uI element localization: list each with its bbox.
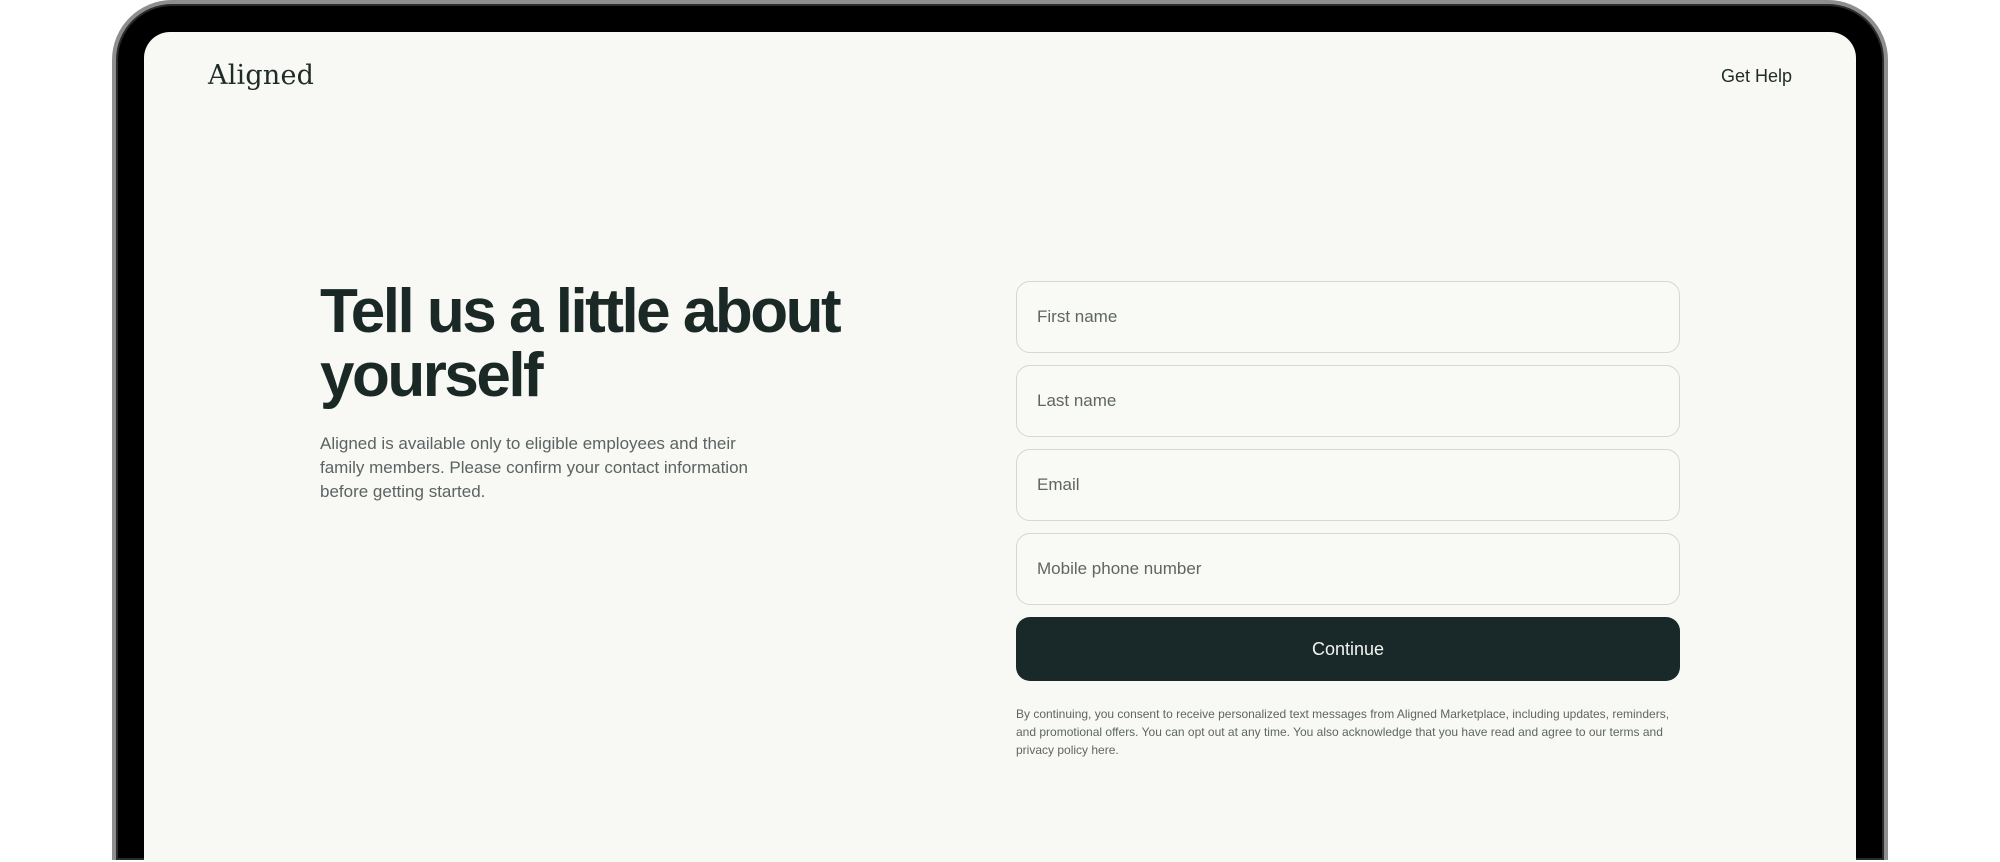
email-field[interactable]	[1016, 449, 1680, 521]
continue-button[interactable]: Continue	[1016, 617, 1680, 681]
logo[interactable]: Aligned	[208, 60, 314, 91]
app-screen: Aligned Get Help Tell us a little about …	[144, 32, 1856, 862]
get-help-link[interactable]: Get Help	[1721, 66, 1792, 87]
first-name-field[interactable]	[1016, 281, 1680, 353]
mobile-phone-field[interactable]	[1016, 533, 1680, 605]
page-description: Aligned is available only to eligible em…	[320, 434, 748, 501]
last-name-field[interactable]	[1016, 365, 1680, 437]
contact-form: Continue By continuing, you consent to r…	[1016, 281, 1680, 759]
consent-disclaimer: By continuing, you consent to receive pe…	[1016, 707, 1670, 757]
page-title: Tell us a little about yourself	[320, 277, 842, 410]
